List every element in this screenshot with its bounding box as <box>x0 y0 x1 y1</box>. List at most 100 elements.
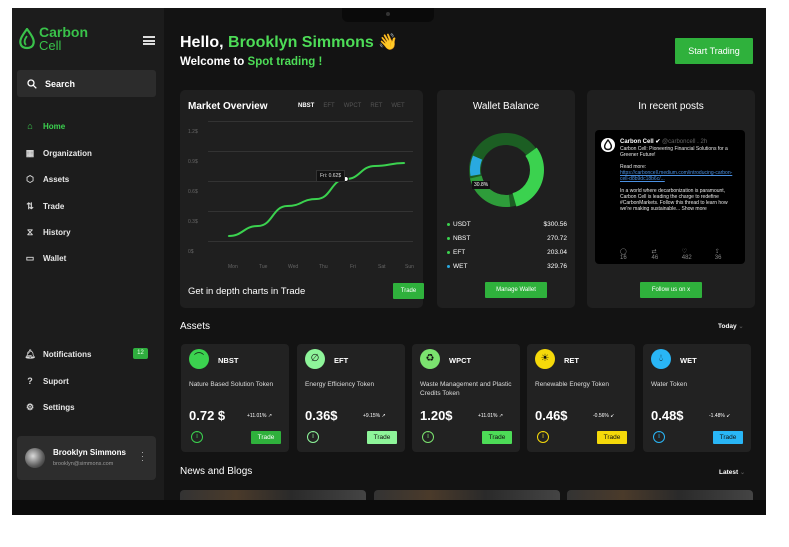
asset-trade-button[interactable]: Trade <box>251 431 281 444</box>
data-point <box>227 235 230 237</box>
start-trading-button[interactable]: Start Trading <box>675 38 753 64</box>
y-tick-label: 0$ <box>188 249 194 255</box>
sidebar-item-history[interactable]: ⧖ History <box>24 227 71 238</box>
trade-icon: ⇅ <box>26 201 34 211</box>
sidebar-item-support[interactable]: ? Suport <box>24 376 69 386</box>
sidebar-item-label: Assets <box>43 175 70 184</box>
leaf-logo-icon <box>603 138 613 151</box>
tweet-embed[interactable]: Carbon Cell ✔ @carboncell . 2h Carbon Ce… <box>595 130 745 264</box>
search-box[interactable]: Search <box>17 70 156 97</box>
asset-change: -1.48% ↙ <box>709 413 731 419</box>
assets-filter-dropdown[interactable]: Today ⌄ <box>718 323 744 330</box>
info-icon[interactable]: i <box>422 431 434 443</box>
more-options-icon[interactable]: · · · <box>141 448 145 465</box>
asset-price: 0.48$ <box>651 408 684 423</box>
sun-icon: ☀ <box>535 349 555 369</box>
asset-card-wet[interactable]: 💧︎ WET Water Token 0.48$ -1.48% ↙ i Trad… <box>643 344 751 452</box>
reply-action[interactable]: ◯ 16 <box>620 248 644 261</box>
asset-trade-button[interactable]: Trade <box>482 431 512 444</box>
sidebar-item-label: Home <box>43 121 66 131</box>
asset-card-wpct[interactable]: ♻ WPCT Waste Management and Plastic Cred… <box>412 344 520 452</box>
asset-symbol: RET <box>564 356 579 365</box>
sidebar-item-label: Suport <box>43 376 69 386</box>
wallet-row-name: USDT <box>453 221 471 228</box>
wallet-balance-title: Wallet Balance <box>472 101 540 112</box>
tab-nbst[interactable]: NBST <box>298 103 314 109</box>
history-icon: ⧖ <box>26 227 34 237</box>
x-tick-label: Fri <box>350 264 356 270</box>
home-icon: ⌂ <box>27 121 33 131</box>
user-profile-card[interactable]: Brooklyn Simmons brooklyn@simmons.com · ·… <box>17 436 156 480</box>
x-tick-label: Sat <box>378 264 386 270</box>
asset-trade-button[interactable]: Trade <box>597 431 627 444</box>
sidebar-item-label: Organization <box>43 149 92 158</box>
asset-card-eft[interactable]: ∅ EFT Energy Efficiency Token 0.36$ +9.1… <box>297 344 405 452</box>
asset-name: Renewable Energy Token <box>535 381 609 388</box>
wallet-row-name: NBST <box>453 235 471 242</box>
tab-wet[interactable]: WET <box>391 103 404 109</box>
tab-eft[interactable]: EFT <box>323 103 334 109</box>
info-icon[interactable]: i <box>653 431 665 443</box>
wallet-row-value: 270.72 <box>547 235 567 242</box>
sidebar-item-home[interactable]: ⌂ Home <box>24 121 65 131</box>
wave-emoji: 👋 <box>378 34 399 51</box>
wallet-row-value: 203.04 <box>547 249 567 256</box>
welcome-subtitle: Welcome to Spot trading ! <box>180 56 322 68</box>
gear-icon: ⚙ <box>25 402 35 412</box>
data-point <box>315 198 318 200</box>
news-filter-dropdown[interactable]: Latest ⌄ <box>719 469 745 476</box>
asset-name: Waste Management and Plastic Credits Tok… <box>420 381 512 397</box>
asset-change: +9.15% ↗ <box>363 413 386 419</box>
data-point <box>374 165 376 167</box>
sidebar-item-notifications[interactable]: 🔔︎ Notifications <box>24 349 91 360</box>
brand-name-line2: Cell <box>39 38 62 53</box>
manage-wallet-button[interactable]: Manage Wallet <box>485 282 547 298</box>
wpct-icon: ♻ <box>420 349 440 369</box>
share-count: 36 <box>714 255 722 261</box>
donut-percent-label: 30.8% <box>472 181 491 189</box>
info-icon[interactable]: i <box>191 431 203 443</box>
sidebar-item-wallet[interactable]: ▭ Wallet <box>24 253 67 264</box>
retweet-count: 46 <box>651 255 659 261</box>
news-section-title: News and Blogs <box>180 466 253 477</box>
tweet-link[interactable]: https://carboncell.medium.com/introducin… <box>620 170 732 182</box>
assets-section-title: Assets <box>180 321 211 332</box>
tab-ret[interactable]: RET <box>370 103 382 109</box>
share-action[interactable]: ⇪ 36 <box>715 248 737 261</box>
asset-trade-button[interactable]: Trade <box>713 431 743 444</box>
info-icon[interactable]: i <box>307 431 319 443</box>
sidebar-item-trade[interactable]: ⇅ Trade <box>24 201 64 212</box>
sidebar-item-label: Wallet <box>43 254 67 263</box>
user-name: Brooklyn Simmons <box>53 448 126 457</box>
asset-symbol: WET <box>680 356 697 365</box>
market-trade-button[interactable]: Trade <box>393 283 424 299</box>
follow-on-x-button[interactable]: Follow us on x <box>640 282 702 298</box>
asset-change: +11.01% ↗ <box>247 413 273 419</box>
wallet-row-value: $300.56 <box>543 221 568 228</box>
sidebar-item-assets[interactable]: ⬡ Assets <box>24 174 69 185</box>
info-icon[interactable]: i <box>537 431 549 443</box>
retweet-action[interactable]: ⇄ 46 <box>652 248 674 261</box>
brand-logo[interactable]: Carbon Cell <box>18 25 88 53</box>
asset-card-ret[interactable]: ☀ RET Renewable Energy Token 0.46$ -0.56… <box>527 344 635 452</box>
assets-icon: ⬡ <box>26 174 34 184</box>
help-icon: ? <box>27 376 33 386</box>
asset-card-nbst[interactable]: ⌒ NBST Nature Based Solution Token 0.72 … <box>181 344 289 452</box>
data-point <box>403 162 406 164</box>
sidebar-item-settings[interactable]: ⚙ Settings <box>24 402 75 413</box>
x-tick-label: Mon <box>228 264 238 270</box>
asset-price: 0.46$ <box>535 408 568 423</box>
tweet-text: In a world where decarbonization is para… <box>620 188 728 212</box>
y-tick-label: 1.2$ <box>188 129 198 135</box>
asset-trade-button[interactable]: Trade <box>367 431 397 444</box>
data-point <box>257 225 259 227</box>
asset-name: Nature Based Solution Token <box>189 381 274 388</box>
like-action[interactable]: ♡ 482 <box>682 248 707 261</box>
like-count: 482 <box>681 255 692 261</box>
wallet-row-name: EFT <box>453 249 466 256</box>
sidebar-item-organization[interactable]: ▦ Organization <box>24 148 92 159</box>
welcome-highlight: Spot trading ! <box>247 56 323 68</box>
hamburger-menu-icon[interactable] <box>143 36 155 45</box>
wet-dot-icon <box>447 264 450 268</box>
tab-wpct[interactable]: WPCT <box>344 103 362 109</box>
